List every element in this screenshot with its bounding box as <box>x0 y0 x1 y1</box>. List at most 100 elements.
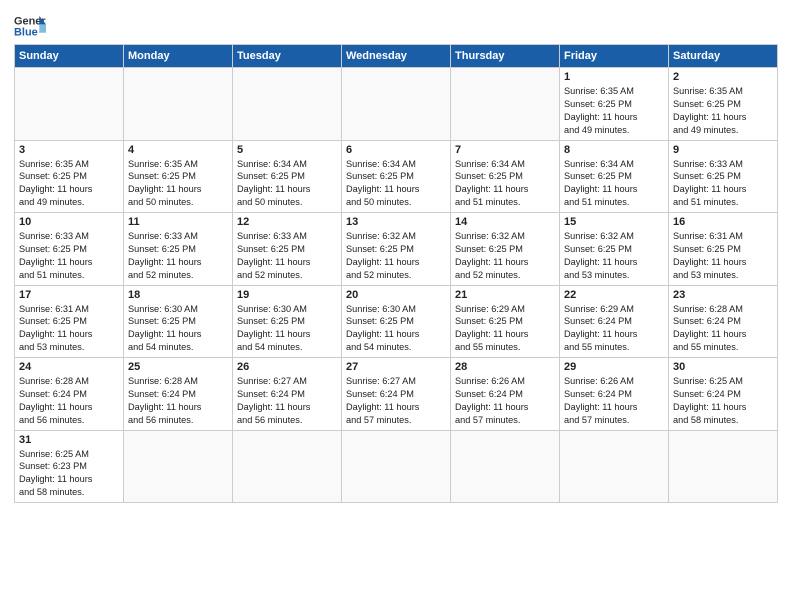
calendar-cell <box>15 68 124 141</box>
day-info: Sunrise: 6:28 AM Sunset: 6:24 PM Dayligh… <box>19 375 119 427</box>
day-number: 29 <box>564 361 664 373</box>
calendar-cell <box>342 430 451 503</box>
day-number: 6 <box>346 144 446 156</box>
day-number: 23 <box>673 289 773 301</box>
calendar-cell: 25Sunrise: 6:28 AM Sunset: 6:24 PM Dayli… <box>124 358 233 431</box>
calendar-header-row: SundayMondayTuesdayWednesdayThursdayFrid… <box>15 45 778 68</box>
calendar-week-row: 17Sunrise: 6:31 AM Sunset: 6:25 PM Dayli… <box>15 285 778 358</box>
day-number: 9 <box>673 144 773 156</box>
day-number: 26 <box>237 361 337 373</box>
day-info: Sunrise: 6:33 AM Sunset: 6:25 PM Dayligh… <box>19 230 119 282</box>
calendar-week-row: 31Sunrise: 6:25 AM Sunset: 6:23 PM Dayli… <box>15 430 778 503</box>
calendar-cell: 11 Sunrise: 6:33 AM Sunset: 6:25 PM Dayli… <box>124 213 233 286</box>
calendar-cell: 26 Sunrise: 6:27 AM Sunset: 6:24 PM Dayli… <box>233 358 342 431</box>
weekday-header: Monday <box>124 45 233 68</box>
day-info: Sunrise: 6:34 AM Sunset: 6:25 PM Dayligh… <box>564 158 664 210</box>
day-number: 1 <box>564 71 664 83</box>
day-number: 24 <box>19 361 119 373</box>
calendar-cell: 29 Sunrise: 6:26 AM Sunset: 6:24 PM Dayli… <box>560 358 669 431</box>
calendar-cell: 12Sunrise: 6:33 AM Sunset: 6:25 PM Dayli… <box>233 213 342 286</box>
calendar-cell: 16 Sunrise: 6:31 AM Sunset: 6:25 PM Dayli… <box>669 213 778 286</box>
day-info: Sunrise: 6:29 AM Sunset: 6:25 PM Dayligh… <box>455 303 555 355</box>
day-number: 21 <box>455 289 555 301</box>
day-number: 5 <box>237 144 337 156</box>
weekday-header: Wednesday <box>342 45 451 68</box>
calendar-cell <box>124 430 233 503</box>
day-number: 31 <box>19 434 119 446</box>
day-info: Sunrise: 6:35 AM Sunset: 6:25 PM Dayligh… <box>564 85 664 137</box>
day-number: 25 <box>128 361 228 373</box>
weekday-header: Friday <box>560 45 669 68</box>
day-info: Sunrise: 6:27 AM Sunset: 6:24 PM Dayligh… <box>346 375 446 427</box>
calendar-cell: 27 Sunrise: 6:27 AM Sunset: 6:24 PM Dayli… <box>342 358 451 431</box>
calendar-cell: 2Sunrise: 6:35 AM Sunset: 6:25 PM Daylig… <box>669 68 778 141</box>
day-number: 3 <box>19 144 119 156</box>
day-number: 11 <box>128 216 228 228</box>
header: General Blue <box>14 12 778 40</box>
day-info: Sunrise: 6:33 AM Sunset: 6:25 PM Dayligh… <box>128 230 228 282</box>
day-number: 30 <box>673 361 773 373</box>
day-number: 12 <box>237 216 337 228</box>
day-info: Sunrise: 6:32 AM Sunset: 6:25 PM Dayligh… <box>455 230 555 282</box>
day-info: Sunrise: 6:31 AM Sunset: 6:25 PM Dayligh… <box>673 230 773 282</box>
calendar-cell: 31Sunrise: 6:25 AM Sunset: 6:23 PM Dayli… <box>15 430 124 503</box>
weekday-header: Thursday <box>451 45 560 68</box>
day-info: Sunrise: 6:29 AM Sunset: 6:24 PM Dayligh… <box>564 303 664 355</box>
calendar-cell: 18 Sunrise: 6:30 AM Sunset: 6:25 PM Dayli… <box>124 285 233 358</box>
weekday-header: Sunday <box>15 45 124 68</box>
day-info: Sunrise: 6:27 AM Sunset: 6:24 PM Dayligh… <box>237 375 337 427</box>
day-number: 16 <box>673 216 773 228</box>
calendar-cell: 17Sunrise: 6:31 AM Sunset: 6:25 PM Dayli… <box>15 285 124 358</box>
day-info: Sunrise: 6:33 AM Sunset: 6:25 PM Dayligh… <box>673 158 773 210</box>
day-number: 27 <box>346 361 446 373</box>
day-number: 2 <box>673 71 773 83</box>
calendar-table: SundayMondayTuesdayWednesdayThursdayFrid… <box>14 44 778 503</box>
day-info: Sunrise: 6:26 AM Sunset: 6:24 PM Dayligh… <box>564 375 664 427</box>
calendar-cell: 7Sunrise: 6:34 AM Sunset: 6:25 PM Daylig… <box>451 140 560 213</box>
logo: General Blue <box>14 12 46 40</box>
calendar-week-row: 10 Sunrise: 6:33 AM Sunset: 6:25 PM Dayli… <box>15 213 778 286</box>
day-number: 8 <box>564 144 664 156</box>
calendar-cell: 28Sunrise: 6:26 AM Sunset: 6:24 PM Dayli… <box>451 358 560 431</box>
day-info: Sunrise: 6:25 AM Sunset: 6:24 PM Dayligh… <box>673 375 773 427</box>
day-info: Sunrise: 6:31 AM Sunset: 6:25 PM Dayligh… <box>19 303 119 355</box>
day-number: 10 <box>19 216 119 228</box>
calendar-cell: 20Sunrise: 6:30 AM Sunset: 6:25 PM Dayli… <box>342 285 451 358</box>
day-number: 4 <box>128 144 228 156</box>
day-number: 28 <box>455 361 555 373</box>
calendar-cell: 21 Sunrise: 6:29 AM Sunset: 6:25 PM Dayli… <box>451 285 560 358</box>
calendar-cell <box>560 430 669 503</box>
calendar-cell: 3Sunrise: 6:35 AM Sunset: 6:25 PM Daylig… <box>15 140 124 213</box>
day-info: Sunrise: 6:30 AM Sunset: 6:25 PM Dayligh… <box>237 303 337 355</box>
day-number: 19 <box>237 289 337 301</box>
calendar-cell: 1 Sunrise: 6:35 AM Sunset: 6:25 PM Daylig… <box>560 68 669 141</box>
calendar-cell <box>451 430 560 503</box>
calendar-cell: 8 Sunrise: 6:34 AM Sunset: 6:25 PM Daylig… <box>560 140 669 213</box>
calendar-cell: 5Sunrise: 6:34 AM Sunset: 6:25 PM Daylig… <box>233 140 342 213</box>
day-info: Sunrise: 6:28 AM Sunset: 6:24 PM Dayligh… <box>673 303 773 355</box>
calendar-cell: 23 Sunrise: 6:28 AM Sunset: 6:24 PM Dayli… <box>669 285 778 358</box>
calendar-cell: 9 Sunrise: 6:33 AM Sunset: 6:25 PM Daylig… <box>669 140 778 213</box>
calendar-cell: 30 Sunrise: 6:25 AM Sunset: 6:24 PM Dayli… <box>669 358 778 431</box>
calendar-cell: 19 Sunrise: 6:30 AM Sunset: 6:25 PM Dayli… <box>233 285 342 358</box>
calendar-body: 1 Sunrise: 6:35 AM Sunset: 6:25 PM Daylig… <box>15 68 778 503</box>
calendar-cell: 13 Sunrise: 6:32 AM Sunset: 6:25 PM Dayli… <box>342 213 451 286</box>
page: General Blue SundayMondayTuesdayWednesda… <box>0 0 792 612</box>
calendar-cell: 4 Sunrise: 6:35 AM Sunset: 6:25 PM Daylig… <box>124 140 233 213</box>
day-number: 18 <box>128 289 228 301</box>
calendar-cell <box>233 430 342 503</box>
day-info: Sunrise: 6:32 AM Sunset: 6:25 PM Dayligh… <box>346 230 446 282</box>
calendar-week-row: 24 Sunrise: 6:28 AM Sunset: 6:24 PM Dayli… <box>15 358 778 431</box>
calendar-cell <box>451 68 560 141</box>
calendar-week-row: 1 Sunrise: 6:35 AM Sunset: 6:25 PM Daylig… <box>15 68 778 141</box>
day-info: Sunrise: 6:30 AM Sunset: 6:25 PM Dayligh… <box>128 303 228 355</box>
calendar-cell: 22 Sunrise: 6:29 AM Sunset: 6:24 PM Dayli… <box>560 285 669 358</box>
calendar-cell: 15Sunrise: 6:32 AM Sunset: 6:25 PM Dayli… <box>560 213 669 286</box>
calendar-week-row: 3 Sunrise: 6:35 AM Sunset: 6:25 PM Daylig… <box>15 140 778 213</box>
day-number: 13 <box>346 216 446 228</box>
day-number: 22 <box>564 289 664 301</box>
day-number: 14 <box>455 216 555 228</box>
day-number: 7 <box>455 144 555 156</box>
svg-text:Blue: Blue <box>14 26 38 38</box>
day-info: Sunrise: 6:35 AM Sunset: 6:25 PM Dayligh… <box>128 158 228 210</box>
